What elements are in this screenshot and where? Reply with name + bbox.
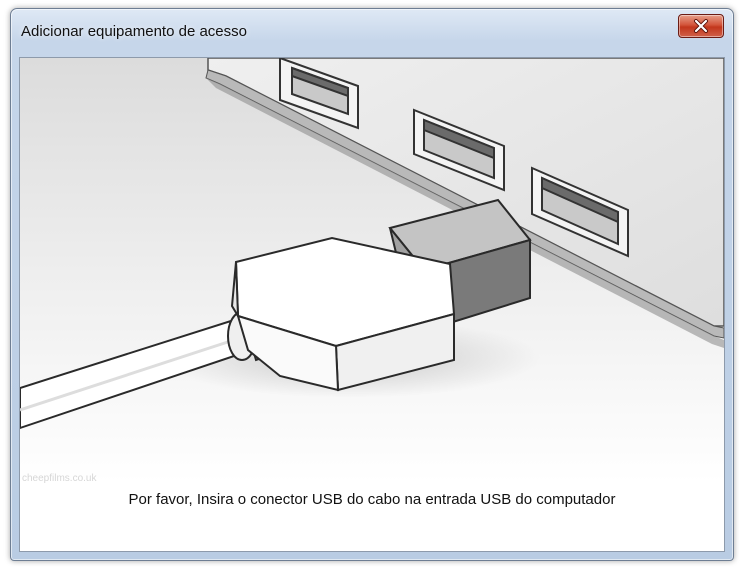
instruction-text: Por favor, Insira o conector USB do cabo… — [128, 491, 616, 508]
title-bar[interactable]: Adicionar equipamento de acesso — [11, 9, 733, 53]
usb-illustration — [20, 58, 724, 483]
dialog-window: Adicionar equipamento de acesso cheepfil… — [10, 8, 734, 561]
close-button[interactable] — [678, 14, 724, 38]
close-icon — [694, 19, 708, 33]
window-title: Adicionar equipamento de acesso — [21, 23, 247, 40]
dialog-content: cheepfilms.co.uk Por favor, Insira o con… — [19, 57, 725, 552]
watermark-text: cheepfilms.co.uk — [22, 473, 97, 484]
